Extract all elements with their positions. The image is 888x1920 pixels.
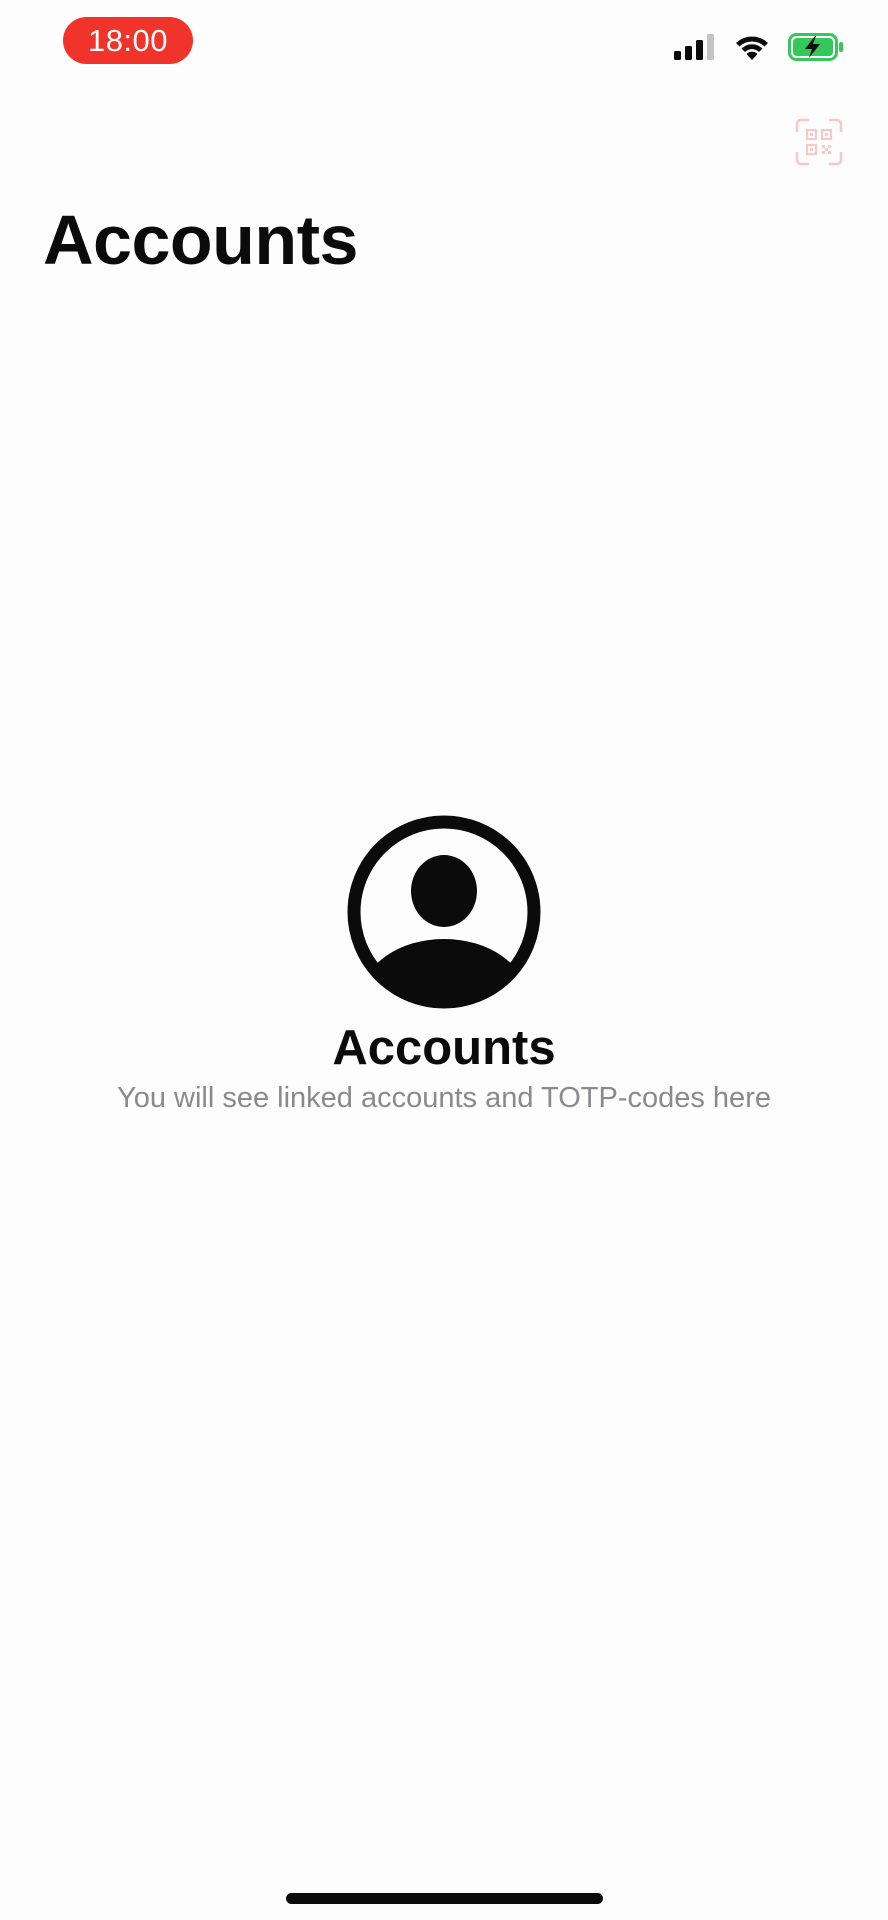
empty-state-title: Accounts [332,1021,556,1075]
cellular-signal-icon [674,34,716,60]
status-bar: 18:00 [0,0,888,90]
empty-state-subtitle: You will see linked accounts and TOTP-co… [117,1082,771,1114]
wifi-icon [734,33,770,61]
battery-charging-icon [788,33,844,61]
scan-qr-button[interactable] [795,118,843,166]
status-time: 18:00 [63,17,193,64]
empty-state: Accounts You will see linked accounts an… [0,815,888,1117]
home-indicator[interactable] [286,1893,603,1904]
page-title: Accounts [43,201,358,279]
person-circle-icon [347,815,541,1009]
status-icons [674,30,844,64]
qr-code-scan-icon [795,118,843,166]
